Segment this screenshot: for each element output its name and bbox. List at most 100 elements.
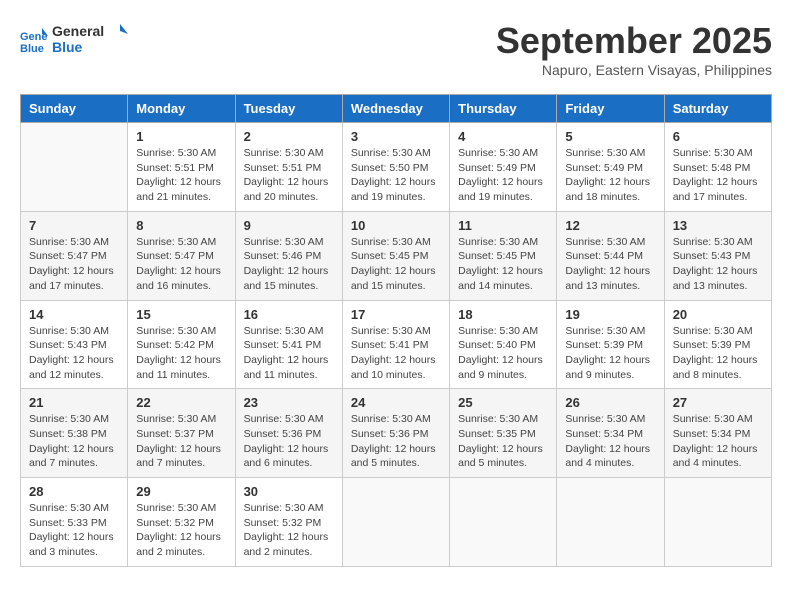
calendar-cell: 6 Sunrise: 5:30 AM Sunset: 5:48 PM Daylig… [664, 123, 771, 212]
header-thursday: Thursday [450, 95, 557, 123]
calendar-cell: 17Sunrise: 5:30 AM Sunset: 5:41 PM Dayli… [342, 300, 449, 389]
day-number: 5 [565, 129, 655, 144]
day-number: 23 [244, 395, 334, 410]
calendar-cell [664, 478, 771, 567]
calendar-cell: 22 Sunrise: 5:30 AM Sunset: 5:37 PM Dayli… [128, 389, 235, 478]
day-number: 11 [458, 218, 548, 233]
cell-info: Sunrise: 5:30 AM Sunset: 5:48 PM Dayligh… [673, 146, 763, 205]
calendar-cell: 19 Sunrise: 5:30 AM Sunset: 5:39 PM Dayli… [557, 300, 664, 389]
header-friday: Friday [557, 95, 664, 123]
week-row-4: 21 Sunrise: 5:30 AM Sunset: 5:38 PM Dayli… [21, 389, 772, 478]
calendar-cell: 2 Sunrise: 5:30 AM Sunset: 5:51 PM Daylig… [235, 123, 342, 212]
cell-info: Sunrise: 5:30 AM Sunset: 5:39 PM Dayligh… [565, 324, 655, 383]
day-number: 27 [673, 395, 763, 410]
day-number: 10 [351, 218, 441, 233]
calendar-cell: 11 Sunrise: 5:30 AM Sunset: 5:45 PM Dayli… [450, 211, 557, 300]
cell-info: Sunrise: 5:30 AM Sunset: 5:49 PM Dayligh… [565, 146, 655, 205]
calendar-cell: 12 Sunrise: 5:30 AM Sunset: 5:44 PM Dayli… [557, 211, 664, 300]
week-row-5: 28 Sunrise: 5:30 AM Sunset: 5:33 PM Dayli… [21, 478, 772, 567]
calendar-cell: 7 Sunrise: 5:30 AM Sunset: 5:47 PM Daylig… [21, 211, 128, 300]
cell-info: Sunrise: 5:30 AM Sunset: 5:40 PM Dayligh… [458, 324, 548, 383]
header-monday: Monday [128, 95, 235, 123]
calendar-cell: 14Sunrise: 5:30 AM Sunset: 5:43 PM Dayli… [21, 300, 128, 389]
calendar-cell: 25 Sunrise: 5:30 AM Sunset: 5:35 PM Dayli… [450, 389, 557, 478]
logo-line1: General Blue [52, 20, 132, 61]
day-number: 14 [29, 307, 119, 322]
day-number: 28 [29, 484, 119, 499]
calendar-cell: 16 Sunrise: 5:30 AM Sunset: 5:41 PM Dayli… [235, 300, 342, 389]
cell-info: Sunrise: 5:30 AM Sunset: 5:41 PM Dayligh… [351, 324, 441, 383]
header-wednesday: Wednesday [342, 95, 449, 123]
header-saturday: Saturday [664, 95, 771, 123]
calendar-cell: 29 Sunrise: 5:30 AM Sunset: 5:32 PM Dayli… [128, 478, 235, 567]
cell-info: Sunrise: 5:30 AM Sunset: 5:45 PM Dayligh… [458, 235, 548, 294]
cell-info: Sunrise: 5:30 AM Sunset: 5:51 PM Dayligh… [244, 146, 334, 205]
cell-info: Sunrise: 5:30 AM Sunset: 5:44 PM Dayligh… [565, 235, 655, 294]
day-number: 19 [565, 307, 655, 322]
cell-info: Sunrise: 5:30 AM Sunset: 5:32 PM Dayligh… [136, 501, 226, 560]
title-area: September 2025 Napuro, Eastern Visayas, … [496, 20, 772, 78]
calendar-table: SundayMondayTuesdayWednesdayThursdayFrid… [20, 94, 772, 567]
cell-info: Sunrise: 5:30 AM Sunset: 5:38 PM Dayligh… [29, 412, 119, 471]
calendar-cell: 28 Sunrise: 5:30 AM Sunset: 5:33 PM Dayli… [21, 478, 128, 567]
calendar-cell: 1Sunrise: 5:30 AM Sunset: 5:51 PM Daylig… [128, 123, 235, 212]
calendar-cell: 27 Sunrise: 5:30 AM Sunset: 5:34 PM Dayli… [664, 389, 771, 478]
day-number: 29 [136, 484, 226, 499]
location: Napuro, Eastern Visayas, Philippines [496, 62, 772, 78]
day-number: 15 [136, 307, 226, 322]
cell-info: Sunrise: 5:30 AM Sunset: 5:46 PM Dayligh… [244, 235, 334, 294]
day-number: 30 [244, 484, 334, 499]
cell-info: Sunrise: 5:30 AM Sunset: 5:45 PM Dayligh… [351, 235, 441, 294]
day-number: 3 [351, 129, 441, 144]
day-number: 25 [458, 395, 548, 410]
cell-info: Sunrise: 5:30 AM Sunset: 5:36 PM Dayligh… [351, 412, 441, 471]
cell-info: Sunrise: 5:30 AM Sunset: 5:42 PM Dayligh… [136, 324, 226, 383]
cell-info: Sunrise: 5:30 AM Sunset: 5:47 PM Dayligh… [136, 235, 226, 294]
day-number: 21 [29, 395, 119, 410]
calendar-cell: 26Sunrise: 5:30 AM Sunset: 5:34 PM Dayli… [557, 389, 664, 478]
calendar-cell: 15 Sunrise: 5:30 AM Sunset: 5:42 PM Dayli… [128, 300, 235, 389]
day-number: 9 [244, 218, 334, 233]
calendar-body: 1 Sunrise: 5:30 AM Sunset: 5:51 PM Daylig… [21, 123, 772, 567]
day-number: 6 [673, 129, 763, 144]
day-number: 18 [458, 307, 548, 322]
cell-info: Sunrise: 5:30 AM Sunset: 5:43 PM Dayligh… [673, 235, 763, 294]
cell-info: Sunrise: 5:30 AM Sunset: 5:39 PM Dayligh… [673, 324, 763, 383]
cell-info: Sunrise: 5:30 AM Sunset: 5:41 PM Dayligh… [244, 324, 334, 383]
week-row-1: 1 Sunrise: 5:30 AM Sunset: 5:51 PM Daylig… [21, 123, 772, 212]
cell-info: Sunrise: 5:30 AM Sunset: 5:34 PM Dayligh… [673, 412, 763, 471]
day-number: 24 [351, 395, 441, 410]
page-header: General Blue General Blue September 2025… [20, 20, 772, 78]
cell-info: Sunrise: 5:30 AM Sunset: 5:47 PM Dayligh… [29, 235, 119, 294]
logo-icon: General Blue [20, 26, 48, 54]
header-sunday: Sunday [21, 95, 128, 123]
cell-info: Sunrise: 5:30 AM Sunset: 5:37 PM Dayligh… [136, 412, 226, 471]
calendar-cell: 20 Sunrise: 5:30 AM Sunset: 5:39 PM Dayli… [664, 300, 771, 389]
day-number: 20 [673, 307, 763, 322]
day-number: 12 [565, 218, 655, 233]
calendar-cell: 10 Sunrise: 5:30 AM Sunset: 5:45 PM Dayli… [342, 211, 449, 300]
day-number: 7 [29, 218, 119, 233]
calendar-header: SundayMondayTuesdayWednesdayThursdayFrid… [21, 95, 772, 123]
calendar-cell: 24 Sunrise: 5:30 AM Sunset: 5:36 PM Dayli… [342, 389, 449, 478]
svg-text:General: General [52, 23, 104, 39]
cell-info: Sunrise: 5:30 AM Sunset: 5:36 PM Dayligh… [244, 412, 334, 471]
calendar-cell: 3Sunrise: 5:30 AM Sunset: 5:50 PM Daylig… [342, 123, 449, 212]
calendar-cell: 4Sunrise: 5:30 AM Sunset: 5:49 PM Daylig… [450, 123, 557, 212]
calendar-cell: 23 Sunrise: 5:30 AM Sunset: 5:36 PM Dayli… [235, 389, 342, 478]
day-number: 1 [136, 129, 226, 144]
cell-info: Sunrise: 5:30 AM Sunset: 5:32 PM Dayligh… [244, 501, 334, 560]
cell-info: Sunrise: 5:30 AM Sunset: 5:49 PM Dayligh… [458, 146, 548, 205]
logo: General Blue General Blue [20, 20, 132, 61]
day-number: 13 [673, 218, 763, 233]
calendar-cell: 21 Sunrise: 5:30 AM Sunset: 5:38 PM Dayli… [21, 389, 128, 478]
calendar-cell: 9 Sunrise: 5:30 AM Sunset: 5:46 PM Daylig… [235, 211, 342, 300]
cell-info: Sunrise: 5:30 AM Sunset: 5:35 PM Dayligh… [458, 412, 548, 471]
calendar-cell [557, 478, 664, 567]
day-number: 22 [136, 395, 226, 410]
day-number: 2 [244, 129, 334, 144]
cell-info: Sunrise: 5:30 AM Sunset: 5:33 PM Dayligh… [29, 501, 119, 560]
calendar-cell [342, 478, 449, 567]
day-number: 16 [244, 307, 334, 322]
week-row-2: 7 Sunrise: 5:30 AM Sunset: 5:47 PM Daylig… [21, 211, 772, 300]
